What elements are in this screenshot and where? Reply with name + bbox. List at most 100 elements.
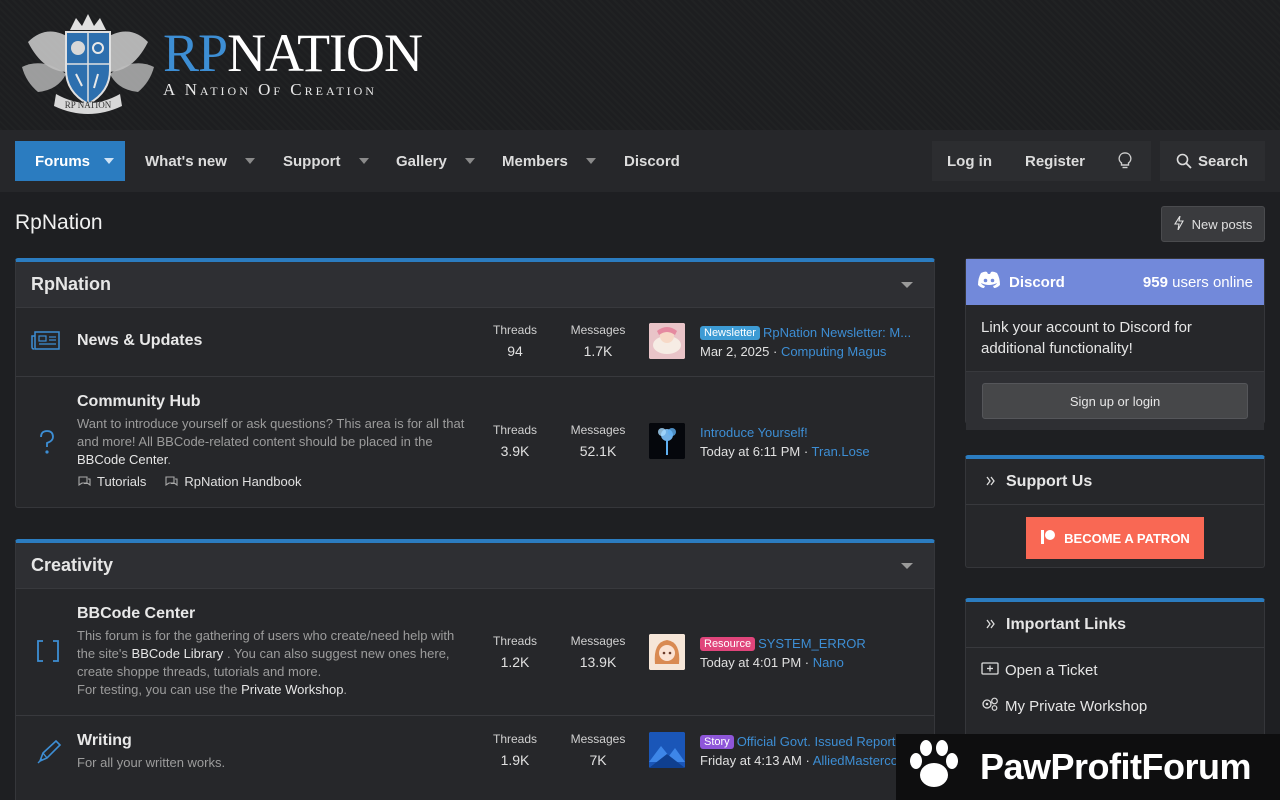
threads-stat: Threads 1.2K bbox=[492, 634, 538, 670]
forum-title[interactable]: Writing bbox=[77, 732, 132, 750]
latest-post: Story Official Govt. Issued Report Friday… bbox=[649, 732, 921, 772]
threads-stat: Threads 94 bbox=[492, 323, 538, 359]
forum-title[interactable]: Community Hub bbox=[77, 393, 201, 411]
category-rpnation: RpNation News & Updates Threads 94 Messa… bbox=[15, 258, 935, 508]
prefix-badge[interactable]: Newsletter bbox=[700, 326, 760, 340]
private-workshop-link[interactable]: Private Workshop bbox=[241, 682, 343, 697]
register-link[interactable]: Register bbox=[1025, 153, 1085, 170]
search-icon bbox=[1176, 153, 1192, 173]
collapse-toggle-icon[interactable] bbox=[901, 563, 913, 569]
forum-node-community: Community Hub Want to introduce yourself… bbox=[16, 377, 934, 507]
forum-title[interactable]: News & Updates bbox=[77, 332, 202, 350]
latest-post-title[interactable]: Introduce Yourself! bbox=[700, 425, 921, 440]
forum-description: Want to introduce yourself or ask questi… bbox=[77, 416, 465, 467]
lightbulb-icon[interactable] bbox=[1118, 152, 1132, 174]
subforum-tutorials[interactable]: Tutorials bbox=[77, 474, 146, 489]
chevron-down-icon[interactable] bbox=[464, 158, 475, 164]
double-chevron-icon bbox=[986, 616, 996, 634]
bolt-icon bbox=[1173, 215, 1184, 233]
nav-support[interactable]: Support bbox=[283, 141, 369, 181]
svg-text:RP NATION: RP NATION bbox=[65, 100, 112, 110]
open-ticket-link[interactable]: Open a Ticket bbox=[966, 652, 1264, 688]
bbcode-library-link[interactable]: BBCode Library bbox=[132, 646, 224, 661]
discord-name: Discord bbox=[1009, 273, 1065, 291]
nav-gallery[interactable]: Gallery bbox=[396, 141, 475, 181]
threads-stat: Threads 3.9K bbox=[492, 423, 538, 459]
latest-post-meta: Friday at 4:13 AM · AlliedMastercomputer bbox=[700, 753, 921, 768]
messages-stat: Messages 1.7K bbox=[570, 323, 626, 359]
ticket-icon bbox=[981, 660, 999, 680]
newspaper-icon bbox=[31, 330, 61, 357]
become-patron-button[interactable]: BECOME A PATRON bbox=[1026, 517, 1204, 559]
prefix-badge[interactable]: Story bbox=[700, 735, 734, 749]
latest-post-title[interactable]: Resource SYSTEM_ERROR bbox=[700, 636, 921, 651]
chat-icon bbox=[78, 476, 91, 487]
nav-discord[interactable]: Discord bbox=[624, 141, 680, 181]
discord-footer: Sign up or login bbox=[966, 371, 1264, 430]
search-button[interactable]: Search bbox=[1160, 141, 1265, 181]
discord-signup-button[interactable]: Sign up or login bbox=[982, 383, 1248, 419]
brackets-icon bbox=[36, 639, 60, 668]
chevron-down-icon[interactable] bbox=[358, 158, 369, 164]
pen-icon bbox=[36, 739, 62, 770]
online-count: 959 users online bbox=[1142, 273, 1253, 291]
site-logo[interactable]: RPNATION A Nation Of Creation bbox=[163, 23, 423, 100]
latest-post-title[interactable]: Story Official Govt. Issued Report bbox=[700, 734, 921, 749]
watermark-text: PawProfitForum bbox=[980, 746, 1252, 787]
discord-icon bbox=[977, 271, 1001, 294]
avatar[interactable] bbox=[649, 323, 685, 359]
chevron-down-icon[interactable] bbox=[585, 158, 596, 164]
logo-tagline: A Nation Of Creation bbox=[163, 80, 377, 99]
collapse-toggle-icon[interactable] bbox=[901, 282, 913, 288]
patreon-icon bbox=[1040, 529, 1056, 548]
watermark-banner: PawProfitForum bbox=[896, 734, 1280, 800]
site-header: RP NATION RPNATION A Nation Of Creation bbox=[0, 0, 1280, 130]
discord-widget: Discord 959 users online Link your accou… bbox=[965, 258, 1265, 430]
discord-header: Discord 959 users online bbox=[966, 259, 1264, 305]
support-header: Support Us bbox=[966, 459, 1264, 505]
chevron-down-icon[interactable] bbox=[104, 158, 115, 164]
latest-post: Introduce Yourself! Today at 6:11 PM · T… bbox=[649, 423, 921, 463]
avatar[interactable] bbox=[649, 634, 685, 670]
chevron-down-icon[interactable] bbox=[244, 158, 255, 164]
threads-stat: Threads 1.9K bbox=[492, 732, 538, 768]
forum-title[interactable]: BBCode Center bbox=[77, 605, 195, 623]
avatar[interactable] bbox=[649, 423, 685, 459]
support-widget: Support Us BECOME A PATRON bbox=[965, 455, 1265, 568]
page-title: RpNation bbox=[15, 211, 103, 234]
gears-icon bbox=[981, 696, 999, 716]
forum-description: For all your written works. bbox=[77, 755, 226, 770]
chat-icon bbox=[165, 476, 178, 487]
category-header[interactable]: RpNation bbox=[16, 262, 934, 308]
subforum-handbook[interactable]: RpNation Handbook bbox=[164, 474, 301, 489]
discord-description: Link your account to Discord for additio… bbox=[981, 319, 1192, 357]
messages-stat: Messages 52.1K bbox=[570, 423, 626, 459]
prefix-badge[interactable]: Resource bbox=[700, 637, 756, 651]
nav-whats-new[interactable]: What's new bbox=[145, 141, 255, 181]
latest-post-meta: Today at 4:01 PM · Nano bbox=[700, 655, 844, 670]
main-nav: Forums What's new Support Gallery Member… bbox=[0, 130, 1280, 192]
latest-post-title[interactable]: Newsletter RpNation Newsletter: M... bbox=[700, 325, 921, 340]
category-creativity: Creativity BBCode Center This forum is f… bbox=[15, 539, 935, 800]
forum-node-news: News & Updates Threads 94 Messages 1.7K … bbox=[16, 308, 934, 377]
category-header[interactable]: Creativity bbox=[16, 543, 934, 589]
latest-post: Resource SYSTEM_ERROR Today at 4:01 PM · … bbox=[649, 634, 921, 674]
login-link[interactable]: Log in bbox=[947, 153, 992, 170]
avatar[interactable] bbox=[649, 732, 685, 768]
logo-wordmark: RPNATION bbox=[163, 23, 423, 83]
account-nav: Log in Register bbox=[932, 141, 1151, 181]
double-chevron-icon bbox=[986, 473, 996, 491]
messages-stat: Messages 13.9K bbox=[570, 634, 626, 670]
logo-emblem-icon[interactable]: RP NATION bbox=[18, 12, 158, 120]
important-links-header: Important Links bbox=[966, 602, 1264, 648]
new-posts-button[interactable]: New posts bbox=[1161, 206, 1265, 242]
nav-forums[interactable]: Forums bbox=[15, 141, 125, 181]
bbcode-center-link[interactable]: BBCode Center bbox=[77, 452, 167, 467]
latest-post-meta: Today at 6:11 PM · Tran.Lose bbox=[700, 444, 870, 459]
private-workshop-link[interactable]: My Private Workshop bbox=[966, 688, 1264, 724]
paw-icon bbox=[906, 739, 962, 796]
forum-node-bbcode: BBCode Center This forum is for the gath… bbox=[16, 589, 934, 716]
nav-members[interactable]: Members bbox=[502, 141, 596, 181]
messages-stat: Messages 7K bbox=[570, 732, 626, 768]
forum-node-writing: Writing For all your written works. Thre… bbox=[16, 716, 934, 786]
